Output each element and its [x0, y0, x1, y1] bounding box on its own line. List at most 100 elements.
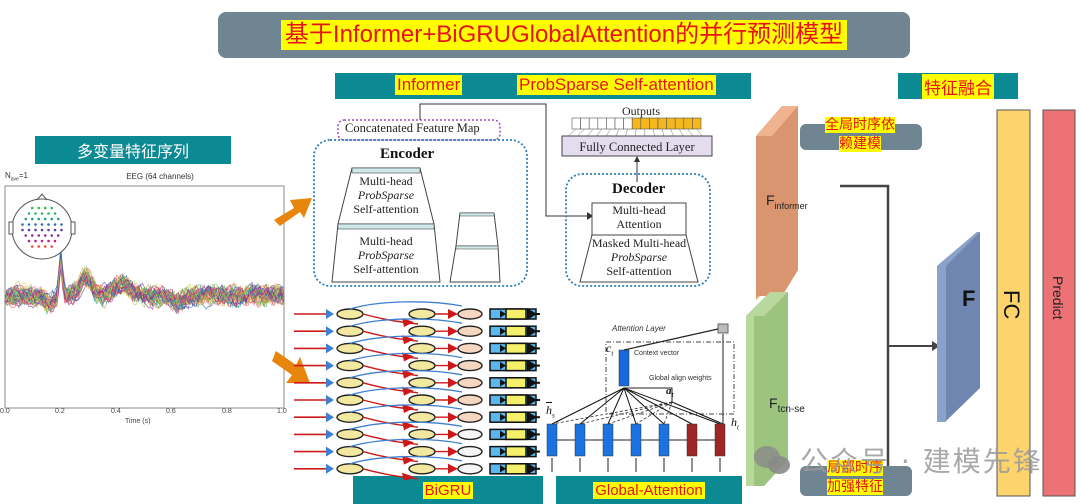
arrow-icon	[500, 344, 506, 353]
diagram-title: 基于Informer+BiGRUGlobalAttention的并行预测模型	[280, 20, 848, 50]
arrow-icon	[326, 309, 334, 319]
text-line: Self-attention	[606, 264, 672, 278]
eeg-axes	[4, 185, 285, 409]
gru-cell	[336, 342, 364, 355]
arrow-icon	[326, 326, 334, 337]
xtick: 0.4	[111, 408, 121, 415]
align-line	[671, 401, 724, 425]
gru-cell	[408, 325, 436, 337]
output-connector	[577, 128, 585, 137]
arrow-icon	[326, 412, 334, 423]
hidden-state-cell	[714, 423, 726, 457]
gru-cell	[408, 411, 436, 423]
output-cell	[666, 117, 676, 130]
fusion-label: 特征融合	[922, 73, 994, 99]
gru-cell	[408, 342, 436, 355]
ct-sub: t	[611, 349, 614, 358]
gru-cell	[408, 463, 436, 475]
outputs-label: Outputs	[622, 104, 661, 118]
output-connector	[678, 128, 684, 137]
output-cell	[674, 117, 685, 130]
arrow-icon	[448, 377, 458, 388]
text-line: Multi-head	[359, 174, 413, 188]
output-node	[457, 463, 483, 475]
output-connector	[687, 128, 694, 137]
gru-cell	[336, 394, 364, 406]
gru-cell	[336, 463, 364, 475]
arrow-icon	[448, 326, 458, 337]
output-box	[505, 325, 527, 337]
ht-sub: t	[737, 423, 739, 432]
gru-cell	[408, 394, 436, 406]
f-main: F	[766, 192, 775, 208]
context-vector-label: Context vector	[634, 350, 680, 357]
gru-cell	[336, 445, 364, 458]
output-box	[505, 411, 527, 423]
bigru-section-header: BiGRU	[353, 476, 543, 504]
hidden-state-cell	[658, 423, 670, 457]
electrode-dot	[37, 206, 41, 210]
arrow-icon	[500, 396, 506, 404]
multivariate-label: 多变量特征序列	[76, 142, 189, 161]
arrow-icon	[527, 308, 537, 320]
hidden-state-cell	[630, 423, 642, 457]
electrode-dot	[47, 239, 50, 243]
f-informer-label: Finformer	[766, 192, 808, 211]
hidden-state-cell	[686, 423, 698, 457]
electrode-dot	[30, 217, 34, 221]
output-box	[505, 445, 527, 458]
arrow-icon	[448, 463, 458, 474]
text-line: Attention	[616, 217, 662, 231]
arrow-icon	[527, 394, 537, 406]
arrow-icon	[527, 428, 537, 441]
text-line: Multi-head	[612, 203, 666, 217]
xtick: 1.0	[277, 408, 287, 415]
output-box	[505, 463, 527, 475]
electrode-dot	[60, 223, 63, 226]
gru-cell	[408, 377, 436, 389]
encoder-small-block-1	[455, 212, 499, 247]
arrow-icon	[527, 359, 537, 372]
eeg-xlabel: Time (s)	[125, 418, 151, 425]
predict-label: Predict	[1050, 276, 1066, 320]
text-line: Self-attention	[353, 262, 419, 276]
output-connector	[634, 128, 637, 137]
gru-cell	[336, 325, 364, 337]
gru-cell	[408, 428, 436, 441]
output-box	[505, 377, 527, 389]
output-node	[457, 428, 483, 441]
electrode-dot	[53, 239, 57, 243]
output-connector	[661, 128, 665, 137]
electrode-dot	[24, 217, 28, 221]
electrode-dot	[53, 223, 57, 226]
hidden-state-cell	[574, 423, 586, 457]
arrow-icon	[500, 327, 506, 335]
output-cell	[597, 117, 607, 130]
output-connector	[596, 128, 603, 137]
electrode-dot	[43, 234, 47, 237]
electrode-dot	[34, 228, 37, 232]
arrow-icon	[326, 377, 334, 388]
gru-cell	[336, 428, 364, 441]
output-box	[505, 394, 527, 406]
arrow-icon	[326, 360, 334, 371]
decoder-block-1-text: Multi-head Attention	[592, 203, 686, 231]
arrow-icon	[448, 446, 458, 457]
probsparse-label: ProbSparse Self-attention	[517, 75, 716, 95]
output-connector	[653, 128, 655, 137]
decoder-title: Decoder	[612, 181, 666, 197]
fusion-section-header: 特征融合	[898, 73, 1018, 99]
multivariate-section-header: 多变量特征序列	[35, 136, 231, 164]
output-connector	[606, 128, 611, 137]
electrode-dot	[40, 223, 44, 226]
text-line: Multi-head	[359, 234, 413, 248]
arrow-icon	[500, 379, 506, 387]
electrode-dot	[37, 217, 41, 221]
f-main: F	[769, 395, 778, 411]
electrode-dot	[27, 212, 31, 215]
arrow-icon	[527, 342, 537, 355]
output-cell	[657, 117, 667, 130]
gru-cell	[336, 411, 364, 423]
electrode-dot	[27, 228, 31, 232]
output-connector	[567, 128, 577, 137]
